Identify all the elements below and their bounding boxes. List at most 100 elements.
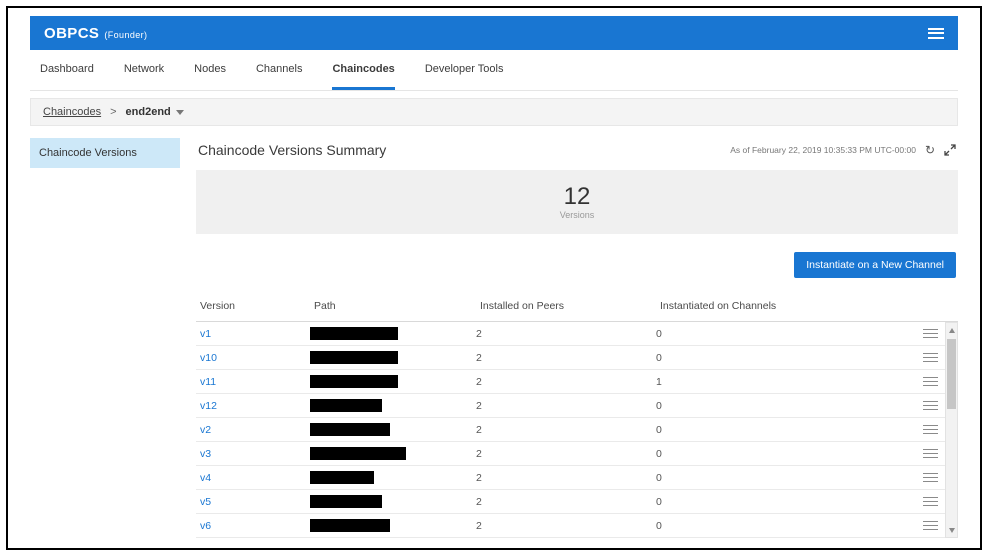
- screenshot-frame: OBPCS (Founder) Dashboard Network Nodes …: [6, 6, 982, 550]
- tab-network[interactable]: Network: [124, 50, 164, 90]
- version-link[interactable]: v2: [200, 424, 211, 436]
- row-actions-menu-icon[interactable]: [922, 374, 938, 389]
- app-title-text: OBPCS: [44, 24, 100, 42]
- tab-developer-tools[interactable]: Developer Tools: [425, 50, 504, 90]
- installed-on-peers-value: 2: [476, 495, 482, 508]
- bar: [922, 528, 938, 531]
- table-row: v3 2 0: [196, 442, 945, 466]
- path-redaction: [310, 471, 374, 484]
- bar: [922, 328, 938, 331]
- bar: [922, 360, 938, 363]
- path-redaction: [310, 327, 398, 340]
- table-header-row: Version Path Installed on Peers Instanti…: [196, 290, 958, 322]
- bar: [922, 432, 938, 435]
- bar: [922, 336, 938, 339]
- hamburger-menu-icon[interactable]: [928, 25, 944, 41]
- version-link[interactable]: v6: [200, 520, 211, 532]
- table-row: v10 2 0: [196, 346, 945, 370]
- table-row: v4 2 0: [196, 466, 945, 490]
- main-panel: Chaincode Versions Summary As of Februar…: [196, 138, 958, 538]
- table-scrollbar[interactable]: [945, 322, 958, 538]
- path-redaction: [310, 447, 406, 460]
- bar: [922, 424, 938, 427]
- column-header-version: Version: [200, 300, 236, 312]
- column-header-instantiated: Instantiated on Channels: [660, 300, 777, 312]
- tab-dashboard[interactable]: Dashboard: [40, 50, 94, 90]
- instantiated-on-channels-value: 0: [656, 519, 662, 532]
- bar: [922, 332, 938, 335]
- triangle-up-icon: [948, 327, 955, 333]
- row-actions-menu-icon[interactable]: [922, 350, 938, 365]
- table-row: v11 2 1: [196, 370, 945, 394]
- versions-count-label: Versions: [559, 210, 595, 221]
- tab-chaincodes[interactable]: Chaincodes: [332, 50, 395, 90]
- scroll-down-arrow[interactable]: [946, 523, 957, 537]
- version-link[interactable]: v3: [200, 448, 211, 460]
- refresh-icon[interactable]: ↻: [925, 144, 935, 156]
- table-row: v2 2 0: [196, 418, 945, 442]
- bar: [922, 472, 938, 475]
- expand-icon[interactable]: [944, 144, 956, 156]
- breadcrumb-chaincodes-link[interactable]: Chaincodes: [43, 106, 101, 118]
- version-link[interactable]: v1: [200, 328, 211, 340]
- row-actions-menu-icon[interactable]: [922, 422, 938, 437]
- sidebar: Chaincode Versions: [30, 138, 180, 538]
- table-row: v12 2 0: [196, 394, 945, 418]
- versions-summary-tile: 12 Versions: [196, 170, 958, 234]
- bar: [922, 448, 938, 451]
- row-actions-menu-icon[interactable]: [922, 518, 938, 533]
- path-redaction: [310, 375, 398, 388]
- installed-on-peers-value: 2: [476, 375, 482, 388]
- app-container: OBPCS (Founder) Dashboard Network Nodes …: [30, 16, 958, 538]
- bar: [922, 380, 938, 383]
- instantiated-on-channels-value: 0: [656, 351, 662, 364]
- bar: [922, 504, 938, 507]
- instantiated-on-channels-value: 0: [656, 471, 662, 484]
- instantiated-on-channels-value: 0: [656, 495, 662, 508]
- bar: [922, 428, 938, 431]
- instantiated-on-channels-value: 0: [656, 447, 662, 460]
- installed-on-peers-value: 2: [476, 519, 482, 532]
- versions-count: 12: [563, 182, 591, 210]
- app-title: OBPCS (Founder): [44, 25, 147, 42]
- tab-nodes[interactable]: Nodes: [194, 50, 226, 90]
- breadcrumb-current-label: end2end: [125, 106, 171, 118]
- bar: [922, 404, 938, 407]
- bar: [922, 376, 938, 379]
- scroll-track[interactable]: [946, 337, 957, 523]
- top-bar: OBPCS (Founder): [30, 16, 958, 50]
- table-body-rows: v1 2 0 v10 2 0 v11 2 1 v12 2 0 v2 2 0 v3…: [196, 322, 945, 538]
- installed-on-peers-value: 2: [476, 327, 482, 340]
- bar: [922, 500, 938, 503]
- sidebar-item-chaincode-versions[interactable]: Chaincode Versions: [30, 138, 180, 168]
- version-link[interactable]: v5: [200, 496, 211, 508]
- instantiate-new-channel-button[interactable]: Instantiate on a New Channel: [794, 252, 956, 278]
- row-actions-menu-icon[interactable]: [922, 494, 938, 509]
- page-title: Chaincode Versions Summary: [198, 142, 387, 158]
- bar: [922, 384, 938, 387]
- version-link[interactable]: v12: [200, 400, 217, 412]
- as-of-timestamp: As of February 22, 2019 10:35:33 PM UTC-…: [730, 145, 916, 155]
- table-row: v1 2 0: [196, 322, 945, 346]
- path-redaction: [310, 423, 390, 436]
- scrollbar-thumb[interactable]: [947, 339, 956, 409]
- version-link[interactable]: v10: [200, 352, 217, 364]
- version-link[interactable]: v4: [200, 472, 211, 484]
- row-actions-menu-icon[interactable]: [922, 446, 938, 461]
- version-link[interactable]: v11: [200, 376, 216, 388]
- tab-channels[interactable]: Channels: [256, 50, 302, 90]
- instantiated-on-channels-value: 0: [656, 327, 662, 340]
- row-actions-menu-icon[interactable]: [922, 470, 938, 485]
- row-actions-menu-icon[interactable]: [922, 326, 938, 341]
- breadcrumb-current-dropdown[interactable]: end2end: [126, 106, 184, 118]
- installed-on-peers-value: 2: [476, 447, 482, 460]
- row-actions-menu-icon[interactable]: [922, 398, 938, 413]
- scroll-up-arrow[interactable]: [946, 323, 957, 337]
- app-title-role: (Founder): [104, 29, 148, 40]
- bar: [922, 520, 938, 523]
- chaincode-versions-table: Version Path Installed on Peers Instanti…: [196, 290, 958, 538]
- installed-on-peers-value: 2: [476, 471, 482, 484]
- bar: [922, 496, 938, 499]
- bar: [922, 456, 938, 459]
- table-body-wrap: v1 2 0 v10 2 0 v11 2 1 v12 2 0 v2 2 0 v3…: [196, 322, 958, 538]
